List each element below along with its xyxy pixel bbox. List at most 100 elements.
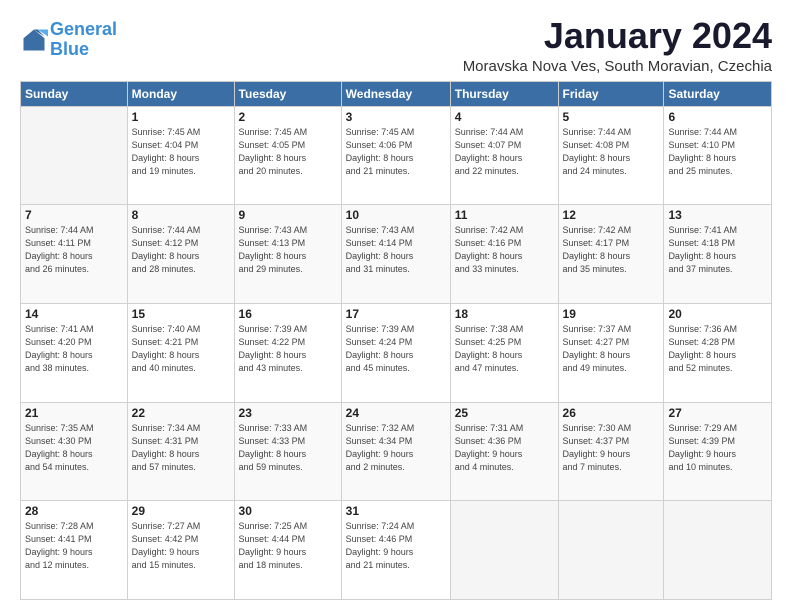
day-number: 2: [239, 110, 337, 124]
calendar-header-thursday: Thursday: [450, 81, 558, 106]
day-info: Sunrise: 7:25 AM Sunset: 4:44 PM Dayligh…: [239, 520, 337, 572]
day-info: Sunrise: 7:38 AM Sunset: 4:25 PM Dayligh…: [455, 323, 554, 375]
day-info: Sunrise: 7:24 AM Sunset: 4:46 PM Dayligh…: [346, 520, 446, 572]
day-info: Sunrise: 7:34 AM Sunset: 4:31 PM Dayligh…: [132, 422, 230, 474]
day-info: Sunrise: 7:40 AM Sunset: 4:21 PM Dayligh…: [132, 323, 230, 375]
calendar-header-saturday: Saturday: [664, 81, 772, 106]
day-info: Sunrise: 7:35 AM Sunset: 4:30 PM Dayligh…: [25, 422, 123, 474]
day-number: 23: [239, 406, 337, 420]
calendar-cell: 26Sunrise: 7:30 AM Sunset: 4:37 PM Dayli…: [558, 402, 664, 501]
day-info: Sunrise: 7:39 AM Sunset: 4:22 PM Dayligh…: [239, 323, 337, 375]
logo: General Blue: [20, 20, 117, 60]
calendar-cell: 11 Sunrise: 7:42 AM Sunset: 4:16 PM Dayli…: [450, 205, 558, 304]
calendar-cell: 16 Sunrise: 7:39 AM Sunset: 4:22 PM Dayli…: [234, 303, 341, 402]
day-number: 27: [668, 406, 767, 420]
day-number: 14: [25, 307, 123, 321]
calendar-cell: [558, 501, 664, 600]
calendar-cell: 12 Sunrise: 7:42 AM Sunset: 4:17 PM Dayli…: [558, 205, 664, 304]
calendar-cell: [450, 501, 558, 600]
calendar-cell: [21, 106, 128, 205]
calendar-cell: 2Sunrise: 7:45 AM Sunset: 4:05 PM Daylig…: [234, 106, 341, 205]
day-number: 26: [563, 406, 660, 420]
calendar-cell: 24 Sunrise: 7:32 AM Sunset: 4:34 PM Dayli…: [341, 402, 450, 501]
day-number: 3: [346, 110, 446, 124]
day-number: 1: [132, 110, 230, 124]
calendar-cell: 9 Sunrise: 7:43 AM Sunset: 4:13 PM Daylig…: [234, 205, 341, 304]
day-number: 7: [25, 208, 123, 222]
day-info: Sunrise: 7:42 AM Sunset: 4:17 PM Dayligh…: [563, 224, 660, 276]
calendar-cell: 7 Sunrise: 7:44 AM Sunset: 4:11 PM Daylig…: [21, 205, 128, 304]
calendar-header-sunday: Sunday: [21, 81, 128, 106]
day-number: 8: [132, 208, 230, 222]
day-info: Sunrise: 7:44 AM Sunset: 4:12 PM Dayligh…: [132, 224, 230, 276]
calendar-cell: 18 Sunrise: 7:38 AM Sunset: 4:25 PM Dayli…: [450, 303, 558, 402]
calendar-week-row: 21 Sunrise: 7:35 AM Sunset: 4:30 PM Dayli…: [21, 402, 772, 501]
calendar-table: SundayMondayTuesdayWednesdayThursdayFrid…: [20, 81, 772, 600]
calendar-cell: 1 Sunrise: 7:45 AM Sunset: 4:04 PM Daylig…: [127, 106, 234, 205]
day-info: Sunrise: 7:43 AM Sunset: 4:13 PM Dayligh…: [239, 224, 337, 276]
day-number: 5: [563, 110, 660, 124]
day-number: 9: [239, 208, 337, 222]
day-number: 10: [346, 208, 446, 222]
day-number: 29: [132, 504, 230, 518]
calendar-cell: 20Sunrise: 7:36 AM Sunset: 4:28 PM Dayli…: [664, 303, 772, 402]
day-info: Sunrise: 7:37 AM Sunset: 4:27 PM Dayligh…: [563, 323, 660, 375]
calendar-cell: 30 Sunrise: 7:25 AM Sunset: 4:44 PM Dayli…: [234, 501, 341, 600]
logo-line2: Blue: [50, 39, 89, 59]
subtitle: Moravska Nova Ves, South Moravian, Czech…: [463, 58, 772, 75]
day-info: Sunrise: 7:29 AM Sunset: 4:39 PM Dayligh…: [668, 422, 767, 474]
day-number: 25: [455, 406, 554, 420]
calendar-header-wednesday: Wednesday: [341, 81, 450, 106]
calendar-cell: 6 Sunrise: 7:44 AM Sunset: 4:10 PM Daylig…: [664, 106, 772, 205]
calendar-week-row: 1 Sunrise: 7:45 AM Sunset: 4:04 PM Daylig…: [21, 106, 772, 205]
day-number: 30: [239, 504, 337, 518]
logo-line1: General: [50, 19, 117, 39]
calendar-cell: 28Sunrise: 7:28 AM Sunset: 4:41 PM Dayli…: [21, 501, 128, 600]
day-number: 13: [668, 208, 767, 222]
day-number: 12: [563, 208, 660, 222]
day-number: 16: [239, 307, 337, 321]
month-title: January 2024: [463, 16, 772, 56]
day-info: Sunrise: 7:44 AM Sunset: 4:10 PM Dayligh…: [668, 126, 767, 178]
title-block: January 2024 Moravska Nova Ves, South Mo…: [463, 16, 772, 75]
day-info: Sunrise: 7:45 AM Sunset: 4:04 PM Dayligh…: [132, 126, 230, 178]
calendar-cell: 13 Sunrise: 7:41 AM Sunset: 4:18 PM Dayli…: [664, 205, 772, 304]
calendar-cell: [664, 501, 772, 600]
calendar-header-monday: Monday: [127, 81, 234, 106]
calendar-header-row: SundayMondayTuesdayWednesdayThursdayFrid…: [21, 81, 772, 106]
day-info: Sunrise: 7:41 AM Sunset: 4:18 PM Dayligh…: [668, 224, 767, 276]
day-number: 18: [455, 307, 554, 321]
calendar-cell: 14Sunrise: 7:41 AM Sunset: 4:20 PM Dayli…: [21, 303, 128, 402]
calendar-cell: 22 Sunrise: 7:34 AM Sunset: 4:31 PM Dayli…: [127, 402, 234, 501]
day-info: Sunrise: 7:42 AM Sunset: 4:16 PM Dayligh…: [455, 224, 554, 276]
calendar-cell: 25Sunrise: 7:31 AM Sunset: 4:36 PM Dayli…: [450, 402, 558, 501]
calendar-header-tuesday: Tuesday: [234, 81, 341, 106]
calendar-cell: 29Sunrise: 7:27 AM Sunset: 4:42 PM Dayli…: [127, 501, 234, 600]
calendar-week-row: 28Sunrise: 7:28 AM Sunset: 4:41 PM Dayli…: [21, 501, 772, 600]
calendar-cell: 19 Sunrise: 7:37 AM Sunset: 4:27 PM Dayli…: [558, 303, 664, 402]
day-number: 21: [25, 406, 123, 420]
calendar-cell: 21 Sunrise: 7:35 AM Sunset: 4:30 PM Dayli…: [21, 402, 128, 501]
calendar-cell: 8 Sunrise: 7:44 AM Sunset: 4:12 PM Daylig…: [127, 205, 234, 304]
calendar-cell: 15Sunrise: 7:40 AM Sunset: 4:21 PM Dayli…: [127, 303, 234, 402]
day-number: 19: [563, 307, 660, 321]
calendar-cell: 5Sunrise: 7:44 AM Sunset: 4:08 PM Daylig…: [558, 106, 664, 205]
logo-text: General Blue: [50, 20, 117, 60]
day-number: 6: [668, 110, 767, 124]
calendar-cell: 17Sunrise: 7:39 AM Sunset: 4:24 PM Dayli…: [341, 303, 450, 402]
day-info: Sunrise: 7:44 AM Sunset: 4:11 PM Dayligh…: [25, 224, 123, 276]
day-info: Sunrise: 7:32 AM Sunset: 4:34 PM Dayligh…: [346, 422, 446, 474]
day-info: Sunrise: 7:36 AM Sunset: 4:28 PM Dayligh…: [668, 323, 767, 375]
day-number: 22: [132, 406, 230, 420]
day-number: 24: [346, 406, 446, 420]
day-info: Sunrise: 7:39 AM Sunset: 4:24 PM Dayligh…: [346, 323, 446, 375]
day-info: Sunrise: 7:43 AM Sunset: 4:14 PM Dayligh…: [346, 224, 446, 276]
calendar-cell: 4Sunrise: 7:44 AM Sunset: 4:07 PM Daylig…: [450, 106, 558, 205]
day-number: 4: [455, 110, 554, 124]
logo-icon: [20, 26, 48, 54]
day-number: 11: [455, 208, 554, 222]
calendar-cell: 31 Sunrise: 7:24 AM Sunset: 4:46 PM Dayli…: [341, 501, 450, 600]
day-number: 31: [346, 504, 446, 518]
calendar-week-row: 14Sunrise: 7:41 AM Sunset: 4:20 PM Dayli…: [21, 303, 772, 402]
header: General Blue January 2024 Moravska Nova …: [20, 16, 772, 75]
